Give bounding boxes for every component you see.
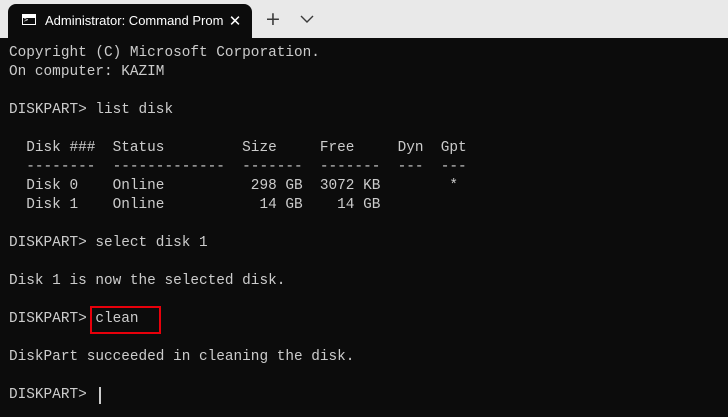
tab-title: Administrator: Command Prompt — [45, 13, 223, 28]
plus-icon[interactable]: + — [262, 8, 284, 30]
table-row: Disk 1 Online 14 GB 14 GB — [9, 197, 381, 213]
terminal-window: Administrator: Command Prompt ✕ + Copyri… — [0, 0, 728, 417]
terminal-line: Disk 1 is now the selected disk. — [9, 273, 286, 289]
tab-command-prompt[interactable]: Administrator: Command Prompt ✕ — [8, 4, 252, 38]
prompt-line: DISKPART> — [9, 387, 96, 403]
highlight-box — [90, 306, 161, 334]
close-icon[interactable]: ✕ — [225, 11, 245, 31]
terminal-line: DISKPART> select disk 1 — [9, 235, 208, 251]
terminal-line: Copyright (C) Microsoft Corporation. — [9, 45, 320, 61]
terminal-line: DiskPart succeeded in cleaning the disk. — [9, 349, 355, 365]
table-row: Disk 0 Online 298 GB 3072 KB * — [9, 178, 459, 194]
chevron-down-icon[interactable] — [296, 8, 318, 30]
terminal-output[interactable]: Copyright (C) Microsoft Corporation. On … — [0, 38, 728, 417]
text-cursor — [99, 387, 101, 404]
terminal-line: DISKPART> list disk — [9, 102, 174, 118]
title-bar: Administrator: Command Prompt ✕ + — [0, 0, 728, 38]
terminal-line: On computer: KAZIM — [9, 64, 165, 80]
table-header-line: Disk ### Status Size Free Dyn Gpt — [9, 140, 467, 156]
table-separator-line: -------- ------------- ------- ------- -… — [9, 159, 467, 175]
command-prompt-icon — [22, 14, 36, 25]
